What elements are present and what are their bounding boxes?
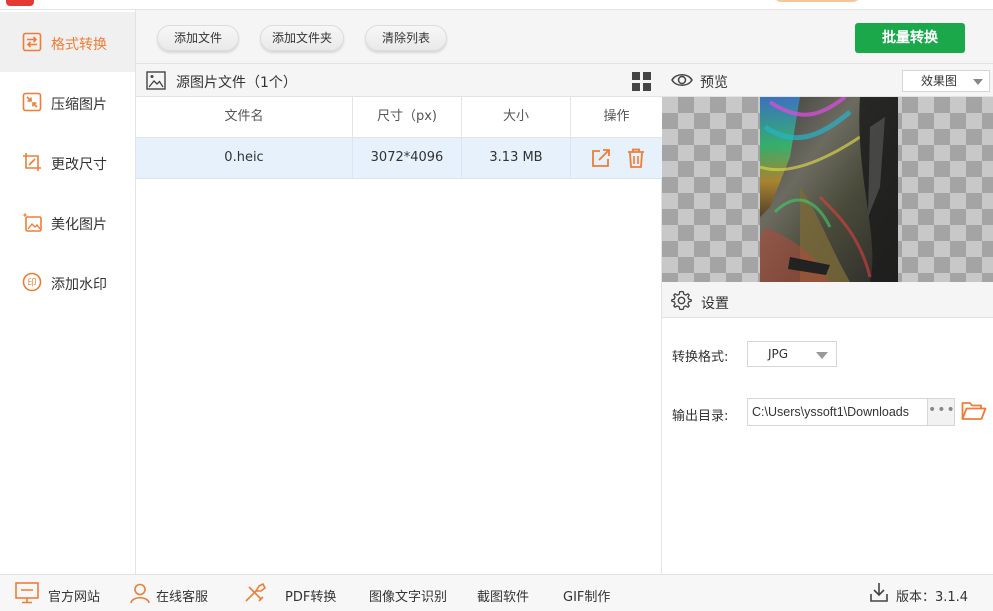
preview-header: 预览 效果图 [662,64,993,97]
file-dimensions-cell: 3072*4096 [353,138,462,179]
column-header-actions: 操作 [571,97,662,138]
column-header-size: 大小 [462,97,571,138]
folder-open-icon[interactable] [961,400,987,422]
official-website-link[interactable]: 官方网站 [48,586,100,605]
browse-button[interactable]: ••• [927,399,955,425]
settings-panel: 转换格式: JPG 输出目录: C:\Users\yssoft1\Downloa… [662,318,993,574]
add-file-button[interactable]: 添加文件 [157,25,239,51]
preview-mode-value: 效果图 [921,74,958,88]
open-file-icon[interactable] [591,148,611,168]
svg-text:印: 印 [27,277,36,289]
sidebar-item-watermark[interactable]: 印 添加水印 [0,252,135,312]
format-select[interactable]: JPG [747,341,837,367]
gear-icon [671,290,692,311]
file-list-header: 源图片文件（1个） [136,64,662,97]
sidebar-item-label: 格式转换 [51,37,107,53]
chevron-down-icon [973,79,983,85]
column-header-filename: 文件名 [136,97,353,138]
preview-title: 预览 [700,75,728,91]
toolbar: 添加文件 添加文件夹 清除列表 批量转换 [136,10,993,64]
file-list-panel: 源图片文件（1个） 文件名 尺寸（px) 大小 操作 0.heic 3072*4… [136,64,662,574]
column-header-dimensions: 尺寸（px) [353,97,462,138]
image-icon [146,71,166,90]
pdf-convert-link[interactable]: PDF转换 [285,586,336,605]
preview-mode-select[interactable]: 效果图 [902,70,990,92]
sidebar-item-label: 压缩图片 [51,97,107,113]
file-actions-cell [571,138,662,179]
top-banner-button[interactable] [772,0,862,2]
preview-canvas [662,97,993,282]
sidebar: 格式转换 压缩图片 更改尺寸 美化图片 印 添加水印 [0,10,136,574]
table-row[interactable]: 0.heic 3072*4096 3.13 MB [136,138,662,179]
settings-header: 设置 [662,282,993,318]
output-dir-label: 输出目录: [672,409,729,424]
add-folder-button[interactable]: 添加文件夹 [260,25,344,51]
file-size-cell: 3.13 MB [462,138,571,179]
online-support-link[interactable]: 在线客服 [156,586,208,605]
app-logo [6,0,34,6]
sidebar-item-compress[interactable]: 压缩图片 [0,72,135,132]
settings-title: 设置 [701,296,729,312]
monitor-icon [15,582,39,604]
grid-view-icon[interactable] [632,72,651,91]
download-icon [870,583,888,602]
bottom-bar: 官方网站 在线客服 PDF转换 图像文字识别 截图软件 GIF制作 版本：3.1… [0,574,993,611]
file-list-title: 源图片文件（1个） [176,75,297,91]
ocr-link[interactable]: 图像文字识别 [369,586,447,605]
sidebar-item-label: 更改尺寸 [51,157,107,173]
beautify-icon [22,212,42,232]
output-dir-input[interactable]: C:\Users\yssoft1\Downloads [747,398,955,426]
sidebar-item-label: 添加水印 [51,277,107,293]
title-bar [0,0,993,10]
format-label: 转换格式: [672,350,729,365]
preview-image [760,97,898,282]
version-label[interactable]: 版本：3.1.4 [896,586,968,605]
sidebar-item-label: 美化图片 [51,217,107,233]
compress-image-icon [22,92,42,112]
format-convert-icon [22,32,42,52]
sidebar-item-beautify[interactable]: 美化图片 [0,192,135,252]
customer-service-icon [130,583,150,604]
watermark-icon: 印 [22,272,42,292]
format-value: JPG [768,347,789,361]
eye-icon [671,74,693,86]
resize-icon [23,153,41,171]
chevron-down-icon [816,352,828,359]
batch-convert-button[interactable]: 批量转换 [855,23,965,53]
file-name-cell: 0.heic [136,138,353,179]
sidebar-item-resize[interactable]: 更改尺寸 [0,132,135,192]
tools-icon [245,583,266,602]
clear-list-button[interactable]: 清除列表 [365,25,447,51]
screenshot-software-link[interactable]: 截图软件 [477,586,529,605]
gif-maker-link[interactable]: GIF制作 [563,586,610,605]
sidebar-item-format-convert[interactable]: 格式转换 [0,12,135,72]
delete-icon[interactable] [626,148,646,168]
